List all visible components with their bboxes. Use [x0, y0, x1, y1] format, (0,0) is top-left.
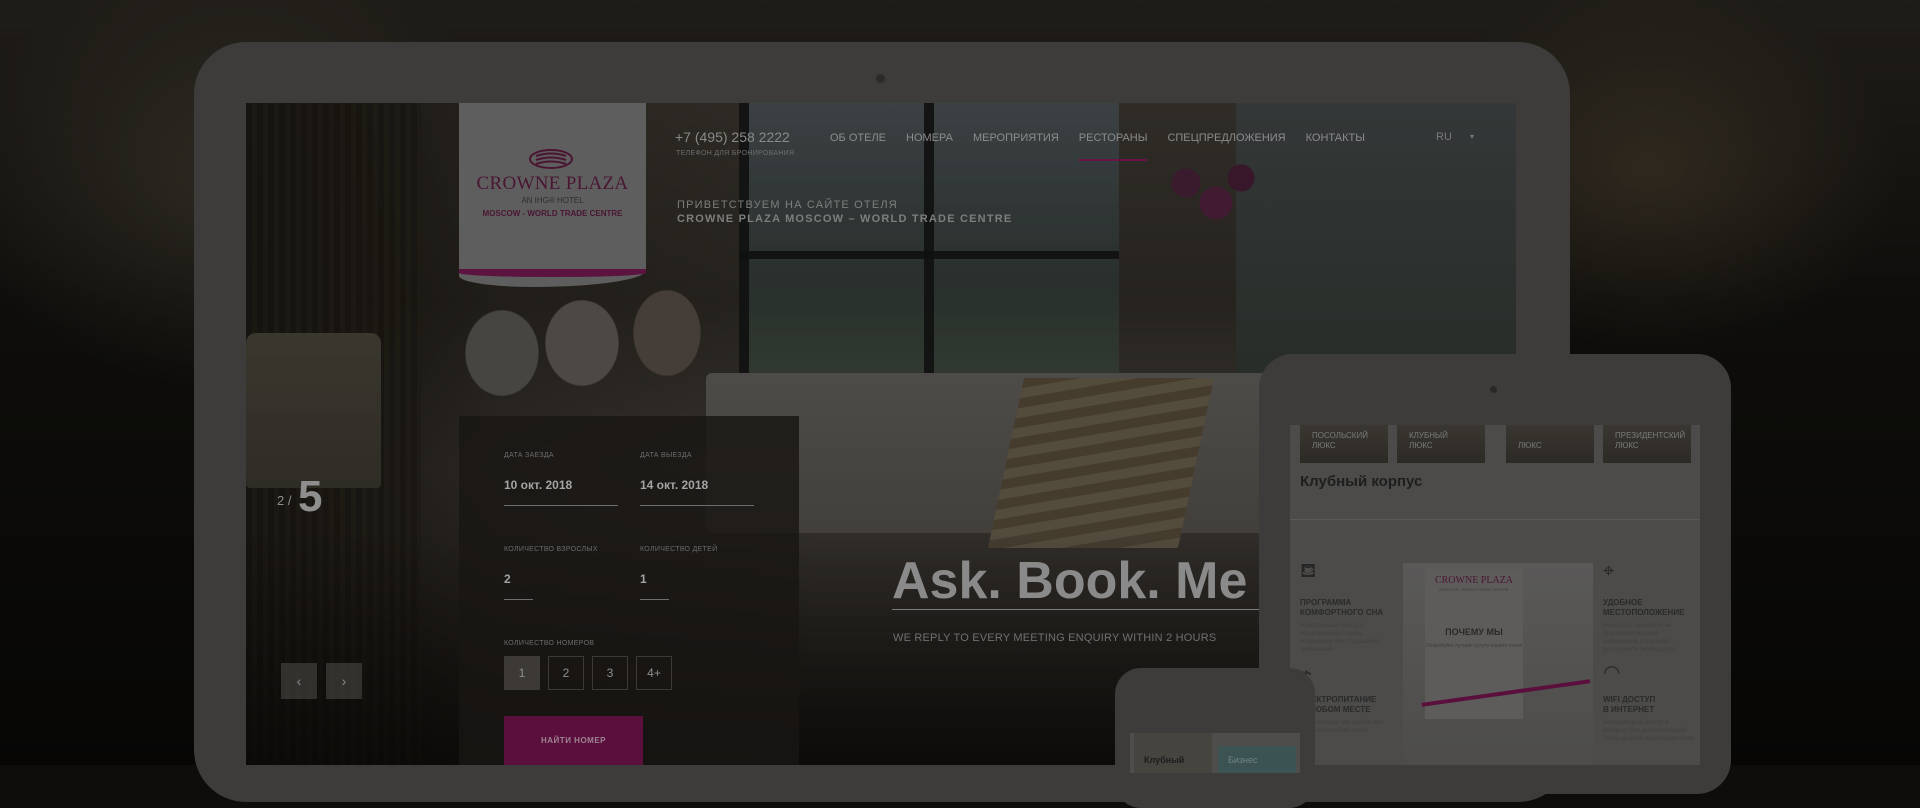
nav-item-rooms[interactable]: НОМЕРА [906, 132, 953, 144]
mobile-tab-club[interactable]: Клубный [1134, 733, 1212, 773]
logo-stripe [459, 269, 646, 277]
tablet-screen: ПОСОЛЬСКИЙ ЛЮКС КЛУБНЫЙ ЛЮКС ЛЮКС ПРЕЗИДЕН… [1290, 425, 1700, 765]
feature-wifi-title: WIFI ДОСТУП В ИНТЕРНЕТ [1603, 695, 1655, 715]
feature-title-line1: ПРОГРАММА [1300, 598, 1352, 607]
rooms-label: КОЛИЧЕСТВО НОМЕРОВ [504, 640, 595, 647]
adults-underline [504, 599, 533, 600]
greeting-line-2: CROWNE PLAZA MOSCOW – WORLD TRADE CENTRE [677, 213, 1013, 225]
suite-card-line2: ЛЮКС [1518, 441, 1542, 450]
suite-card-lux[interactable]: ЛЮКС [1506, 425, 1594, 463]
suite-card-line2: ЛЮКС [1312, 441, 1336, 450]
booking-phone-caption: ТЕЛЕФОН ДЛЯ БРОНИРОВАНИЯ [676, 150, 795, 157]
feature-title-line1: УДОБНОЕ [1603, 598, 1643, 607]
checkin-label: ДАТА ЗАЕЗДА [504, 452, 554, 459]
feature-title-line2: В ИНТЕРНЕТ [1603, 705, 1655, 714]
poster-logo: CROWNE PLAZA [1434, 575, 1514, 586]
slider-next-button[interactable]: › [326, 663, 362, 699]
children-label: КОЛИЧЕСТВО ДЕТЕЙ [640, 546, 718, 553]
hero-subtitle: WE REPLY TO EVERY MEETING ENQUIRY WITHIN… [893, 632, 1217, 644]
crowne-plaza-logo-icon [529, 149, 573, 169]
hero-underline [892, 609, 1302, 610]
why-us-poster: CROWNE PLAZA MOSCOW - WORLD TRADE CENTRE… [1403, 563, 1593, 765]
booking-panel [459, 416, 799, 765]
logo-location: MOSCOW - WORLD TRADE CENTRE [482, 209, 623, 218]
suite-card-presidential[interactable]: ПРЕЗИДЕНТСКИЙ ЛЮКС [1603, 425, 1691, 463]
checkout-label: ДАТА ВЫЕЗДА [640, 452, 692, 459]
rooms-option-3[interactable]: 3 [592, 656, 628, 690]
hero-title: Ask. Book. Me [892, 552, 1248, 610]
chevron-down-icon[interactable]: ▾ [1470, 132, 1474, 141]
children-input[interactable]: 1 [640, 572, 647, 586]
poster-text: Попробуйте лучшие услуги нашего отеля [1426, 643, 1522, 649]
poster-logo-sub: MOSCOW - WORLD TRADE CENTRE [1439, 587, 1509, 592]
slide-current-number: 2 [277, 493, 285, 508]
mobile-tab-business[interactable]: Бизнес [1218, 746, 1296, 773]
checkout-underline [640, 505, 754, 506]
feature-title-line2: КОМФОРТНОГО СНА [1300, 608, 1384, 617]
rooms-option-2[interactable]: 2 [548, 656, 584, 690]
suite-card-line1: КЛУБНЫЙ [1409, 431, 1448, 440]
feature-location-desc: Наш отель находится на Краснопресненской… [1603, 623, 1676, 653]
feature-sleep-desc: Комплексный подход к полноценному отдыху… [1300, 623, 1380, 653]
slide-counter-total: 5 [298, 472, 323, 521]
location-pin-icon: ⌖ [1603, 560, 1615, 582]
find-room-button[interactable]: НАЙТИ НОМЕР [504, 716, 643, 765]
poster-heading: ПОЧЕМУ МЫ [1445, 627, 1503, 637]
feature-sleep-title: ПРОГРАММА КОМФОРТНОГО СНА [1300, 598, 1383, 618]
nav-item-about[interactable]: ОБ ОТЕЛЕ [830, 132, 886, 144]
nav-item-offers[interactable]: СПЕЦПРЕДЛОЖЕНИЯ [1167, 132, 1285, 144]
checkout-input[interactable]: 14 окт. 2018 [640, 478, 708, 492]
bed-icon: ⛾ [1300, 560, 1317, 582]
slide-counter-current: 2 / [277, 493, 291, 508]
feature-wifi-desc: Беспроводной доступ в интернет без допол… [1603, 720, 1695, 742]
section-divider [1290, 519, 1700, 520]
logo-subtitle: AN IHG® HOTEL [521, 196, 584, 205]
suite-card-line2: ЛЮКС [1615, 441, 1639, 450]
greeting-line-1: ПРИВЕТСТВУЕМ НА САЙТЕ ОТЕЛЯ [677, 199, 898, 211]
booking-phone[interactable]: +7 (495) 258 2222 [675, 129, 790, 145]
section-title: Клубный корпус [1300, 473, 1423, 490]
nav-item-restaurants[interactable]: РЕСТОРАНЫ [1078, 132, 1147, 161]
rooms-option-1[interactable]: 1 [504, 656, 540, 690]
nav-item-contacts[interactable]: КОНТАКТЫ [1306, 132, 1365, 144]
suite-card-club[interactable]: КЛУБНЫЙ ЛЮКС [1397, 425, 1485, 463]
suite-card-line2: ЛЮКС [1409, 441, 1433, 450]
language-selector[interactable]: RU [1436, 131, 1452, 143]
suite-card-ambassador[interactable]: ПОСОЛЬСКИЙ ЛЮКС [1300, 425, 1388, 463]
suite-card-line1: ПОСОЛЬСКИЙ [1312, 431, 1368, 440]
tablet-camera [1490, 386, 1497, 393]
nav-item-events[interactable]: МЕРОПРИЯТИЯ [973, 132, 1059, 144]
main-nav: ОБ ОТЕЛЕ НОМЕРА МЕРОПРИЯТИЯ РЕСТОРАНЫ СП… [830, 132, 1385, 161]
feature-location-title: УДОБНОЕ МЕСТОПОЛОЖЕНИЕ [1603, 598, 1684, 618]
monitor-camera [876, 74, 885, 83]
suite-card-line1: ПРЕЗИДЕНТСКИЙ [1615, 431, 1686, 440]
adults-label: КОЛИЧЕСТВО ВЗРОСЛЫХ [504, 546, 598, 553]
feature-title-line1: WIFI ДОСТУП [1603, 695, 1656, 704]
chevron-right-icon: › [341, 673, 347, 689]
mobile-screen: Клубный Бизнес [1130, 733, 1300, 773]
children-underline [640, 599, 669, 600]
feature-title-line2: МЕСТОПОЛОЖЕНИЕ [1603, 608, 1685, 617]
logo-title: CROWNE PLAZA [476, 173, 629, 194]
rooms-option-4-plus[interactable]: 4+ [636, 656, 672, 690]
adults-input[interactable]: 2 [504, 572, 511, 586]
slide-separator: / [287, 493, 292, 508]
checkin-input[interactable]: 10 окт. 2018 [504, 478, 572, 492]
checkin-underline [504, 505, 618, 506]
chevron-left-icon: ‹ [296, 673, 302, 689]
slider-prev-button[interactable]: ‹ [281, 663, 317, 699]
wifi-icon: ◠ [1603, 662, 1621, 684]
